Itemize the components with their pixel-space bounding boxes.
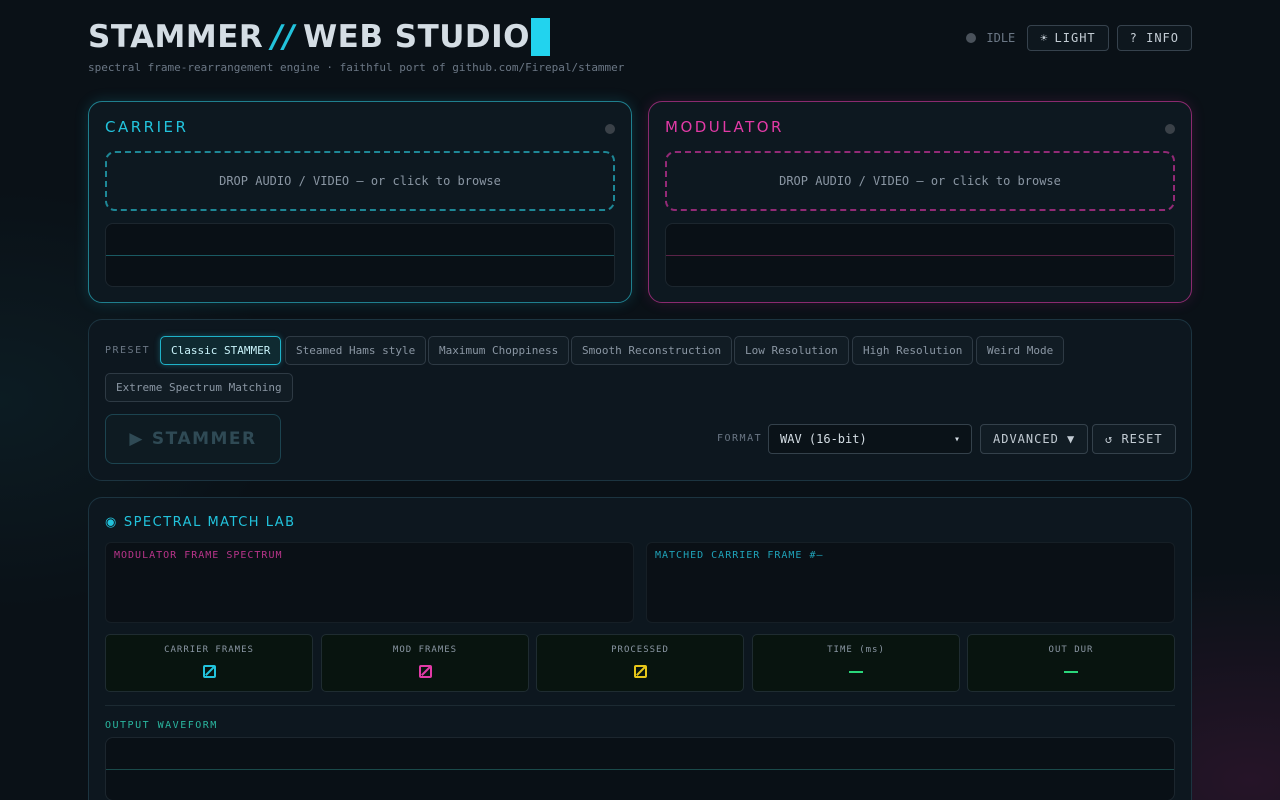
matched-carrier-label: MATCHED CARRIER FRAME #— (655, 550, 824, 561)
output-waveform (105, 737, 1175, 800)
info-button[interactable]: ? INFO (1116, 25, 1192, 51)
format-label: FORMAT (717, 433, 763, 444)
divider (105, 705, 1175, 706)
status-indicator-icon (966, 33, 977, 43)
chevron-down-icon: ▾ (953, 433, 960, 445)
modulator-waveform (665, 223, 1175, 287)
empty-value-icon (419, 665, 432, 678)
stat-processed: PROCESSED (536, 634, 744, 692)
stat-mod-frames: MOD FRAMES (321, 634, 529, 692)
preset-classic-stammer[interactable]: Classic STAMMER (160, 336, 282, 365)
preset-smooth-reconstruction[interactable]: Smooth Reconstruction (571, 336, 733, 365)
preset-label: PRESET (105, 345, 151, 356)
matched-carrier-view: MATCHED CARRIER FRAME #— (646, 542, 1175, 623)
title-slash: // (271, 19, 295, 55)
preset-high-resolution[interactable]: High Resolution (852, 336, 974, 365)
app-title: STAMMER // WEB STUDIO (88, 18, 551, 56)
info-label: ? INFO (1129, 31, 1179, 45)
light-mode-label: LIGHT (1054, 31, 1096, 45)
header-actions: IDLE ☀ LIGHT ? INFO (966, 25, 1192, 51)
carrier-dropzone[interactable]: DROP AUDIO / VIDEO — or click to browse (105, 151, 615, 211)
preset-extreme-spectrum-matching[interactable]: Extreme Spectrum Matching (105, 373, 293, 402)
stat-label: MOD FRAMES (392, 645, 458, 655)
stat-time-ms: TIME (ms) (752, 634, 960, 692)
output-waveform-label: OUTPUT WAVEFORM (105, 720, 218, 731)
reset-button[interactable]: ↺ RESET (1092, 424, 1176, 454)
modulator-drop-text: DROP AUDIO / VIDEO — or click to browse (779, 174, 1061, 188)
target-icon: ◉ (105, 515, 118, 530)
reset-label: ↺ RESET (1105, 432, 1163, 446)
stat-empty-dash (1064, 671, 1078, 673)
modulator-spectrum-view: MODULATOR FRAME SPECTRUM (105, 542, 634, 623)
stammer-run-button[interactable]: ▶ STAMMER (105, 414, 281, 464)
controls-panel: PRESET Classic STAMMER Steamed Hams styl… (88, 319, 1192, 481)
light-mode-button[interactable]: ☀ LIGHT (1027, 25, 1109, 51)
stat-label: CARRIER FRAMES (164, 645, 254, 655)
empty-value-icon (634, 665, 647, 678)
modulator-spectrum-label: MODULATOR FRAME SPECTRUM (114, 550, 283, 561)
spectral-lab-panel: ◉ SPECTRAL MATCH LAB MODULATOR FRAME SPE… (88, 497, 1192, 800)
stat-label: TIME (ms) (827, 645, 885, 655)
status-text: IDLE (986, 31, 1016, 45)
preset-maximum-choppiness[interactable]: Maximum Choppiness (428, 336, 570, 365)
lab-title-text: SPECTRAL MATCH LAB (123, 515, 296, 530)
preset-weird-mode[interactable]: Weird Mode (976, 336, 1065, 365)
preset-steamed-hams[interactable]: Steamed Hams style (285, 336, 427, 365)
stat-label: PROCESSED (611, 645, 669, 655)
modulator-title: MODULATOR (665, 118, 784, 136)
title-cursor (531, 18, 551, 56)
lab-title: ◉ SPECTRAL MATCH LAB (105, 515, 296, 530)
empty-value-icon (203, 665, 216, 678)
stat-label: OUT DUR (1048, 645, 1094, 655)
app-subtitle: spectral frame-rearrangement engine · fa… (88, 61, 625, 74)
play-icon: ▶ (129, 429, 144, 449)
stammer-run-label: STAMMER (151, 429, 257, 449)
preset-low-resolution[interactable]: Low Resolution (734, 336, 849, 365)
advanced-button[interactable]: ADVANCED ▼ (980, 424, 1089, 454)
carrier-panel: CARRIER DROP AUDIO / VIDEO — or click to… (88, 101, 632, 303)
carrier-status-led-icon (605, 124, 615, 134)
title-sub: WEB STUDIO (302, 19, 531, 55)
advanced-label: ADVANCED ▼ (993, 432, 1076, 446)
modulator-status-led-icon (1165, 124, 1175, 134)
carrier-drop-text: DROP AUDIO / VIDEO — or click to browse (219, 174, 501, 188)
sun-icon: ☀ (1040, 31, 1049, 45)
format-select-value: WAV (16-bit) (780, 432, 867, 446)
stat-out-duration: OUT DUR (967, 634, 1175, 692)
stat-carrier-frames: CARRIER FRAMES (105, 634, 313, 692)
carrier-title: CARRIER (105, 118, 189, 136)
modulator-dropzone[interactable]: DROP AUDIO / VIDEO — or click to browse (665, 151, 1175, 211)
format-select[interactable]: WAV (16-bit) ▾ (768, 424, 972, 454)
title-main: STAMMER (88, 19, 264, 55)
carrier-waveform (105, 223, 615, 287)
stat-empty-dash (849, 671, 863, 673)
modulator-panel: MODULATOR DROP AUDIO / VIDEO — or click … (648, 101, 1192, 303)
